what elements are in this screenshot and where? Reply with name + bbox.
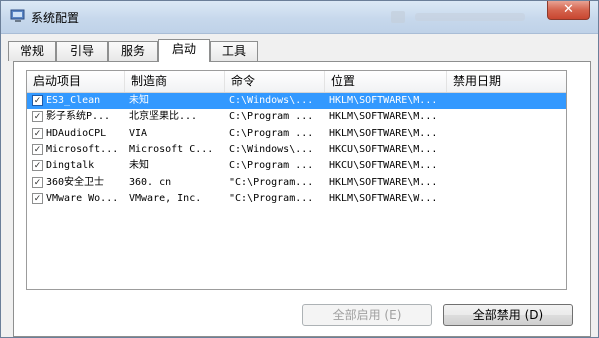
cell-item: ES3_Clean — [46, 95, 101, 106]
tab-tools[interactable]: 工具 — [210, 41, 258, 61]
cell-maker: VMware, Inc. — [129, 192, 202, 204]
list-header: 启动项目 制造商 命令 位置 禁用日期 — [27, 71, 566, 93]
blurred-text — [415, 13, 525, 21]
table-row[interactable]: ✓ Microsoft... Microsoft C... C:\Windows\..… — [27, 142, 566, 158]
tab-general[interactable]: 常规 — [8, 41, 56, 61]
row-checkbox[interactable]: ✓ — [32, 192, 43, 204]
tab-startup[interactable]: 启动 — [158, 39, 210, 62]
row-checkbox[interactable]: ✓ — [32, 176, 43, 188]
cell-maker: Microsoft C... — [129, 143, 214, 155]
cell-location: HKLM\SOFTWARE\M... — [329, 111, 438, 123]
cell-command: "C:\Program... — [229, 176, 314, 188]
cell-disabled-date — [451, 175, 561, 191]
tab-boot[interactable]: 引导 — [56, 41, 108, 61]
cell-maker: 北京坚果比... — [129, 111, 198, 123]
window-title: 系统配置 — [31, 11, 80, 25]
table-row[interactable]: ✓ HDAudioCPL VIA C:\Program ... HKLM\SOFTWAR… — [27, 126, 566, 142]
table-row[interactable]: ✓ ES3_Clean 未知 C:\Windows\... HKLM\SOFTWARE\… — [27, 93, 566, 109]
startup-panel: 启动项目 制造商 命令 位置 禁用日期 ✓ ES3_Clean 未知 C:\Windo… — [13, 61, 591, 337]
cell-location: HKLM\SOFTWARE\W... — [329, 192, 438, 204]
column-manufacturer[interactable]: 制造商 — [125, 71, 225, 92]
row-checkbox[interactable]: ✓ — [32, 95, 43, 106]
column-disabled-date[interactable]: 禁用日期 — [447, 71, 566, 92]
blurred-icon — [391, 11, 405, 23]
column-command[interactable]: 命令 — [225, 71, 325, 92]
table-row[interactable]: ✓ 360安全卫士 360. cn "C:\Program... HKLM\SOFTWA… — [27, 175, 566, 191]
cell-disabled-date — [451, 109, 561, 125]
cell-disabled-date — [451, 191, 561, 207]
column-location[interactable]: 位置 — [325, 71, 447, 92]
table-row[interactable]: ✓ Dingtalk 未知 C:\Program ... HKCU\SOFTWARE\M… — [27, 158, 566, 174]
row-checkbox[interactable]: ✓ — [32, 160, 43, 172]
cell-command: C:\Windows\... — [229, 95, 314, 106]
disable-all-button[interactable]: 全部禁用 (D) — [443, 304, 573, 326]
cell-disabled-date — [451, 93, 561, 109]
cell-location: HKLM\SOFTWARE\M... — [329, 95, 438, 106]
table-row[interactable]: ✓ 影子系统P... 北京坚果比... C:\Program ... HKLM\SOFT… — [27, 109, 566, 125]
startup-list[interactable]: 启动项目 制造商 命令 位置 禁用日期 ✓ ES3_Clean 未知 C:\Windo… — [26, 70, 567, 290]
cell-maker: 未知 — [129, 95, 149, 106]
cell-location: HKCU\SOFTWARE\M... — [329, 160, 438, 172]
cell-item: Dingtalk — [46, 160, 95, 172]
enable-all-button[interactable]: 全部启用 (E) — [302, 304, 432, 326]
cell-command: C:\Program ... — [229, 127, 314, 139]
column-startup-item[interactable]: 启动项目 — [27, 71, 125, 92]
row-checkbox[interactable]: ✓ — [32, 127, 43, 139]
row-checkbox[interactable]: ✓ — [32, 111, 43, 123]
cell-item: 影子系统P... — [46, 111, 111, 123]
cell-location: HKCU\SOFTWARE\M... — [329, 143, 438, 155]
cell-disabled-date — [451, 126, 561, 142]
title-bar[interactable]: 系统配置 ✕ — [1, 1, 598, 34]
cell-maker: VIA — [129, 127, 148, 139]
cell-command: C:\Program ... — [229, 111, 314, 123]
cell-item: 360安全卫士 — [46, 176, 105, 188]
cell-disabled-date — [451, 158, 561, 174]
cell-disabled-date — [451, 142, 561, 158]
cell-maker: 未知 — [129, 160, 149, 172]
tab-services[interactable]: 服务 — [108, 41, 158, 61]
cell-location: HKLM\SOFTWARE\M... — [329, 176, 438, 188]
system-config-window: 系统配置 ✕ 常规 引导 服务 启动 工具 启动项目 制造商 命令 位置 禁用日… — [0, 0, 599, 338]
cell-command: "C:\Program... — [229, 192, 314, 204]
cell-command: C:\Windows\... — [229, 143, 314, 155]
cell-location: HKLM\SOFTWARE\M... — [329, 127, 438, 139]
row-checkbox[interactable]: ✓ — [32, 143, 43, 155]
cell-maker: 360. cn — [129, 176, 172, 188]
msconfig-icon — [10, 9, 25, 22]
cell-item: Microsoft... — [46, 143, 119, 155]
cell-item: VMware Wo... — [46, 192, 119, 204]
cell-command: C:\Program ... — [229, 160, 314, 172]
cell-item: HDAudioCPL — [46, 127, 107, 139]
table-row[interactable]: ✓ VMware Wo... VMware, Inc. "C:\Program... H… — [27, 191, 566, 207]
close-button[interactable]: ✕ — [547, 1, 590, 20]
